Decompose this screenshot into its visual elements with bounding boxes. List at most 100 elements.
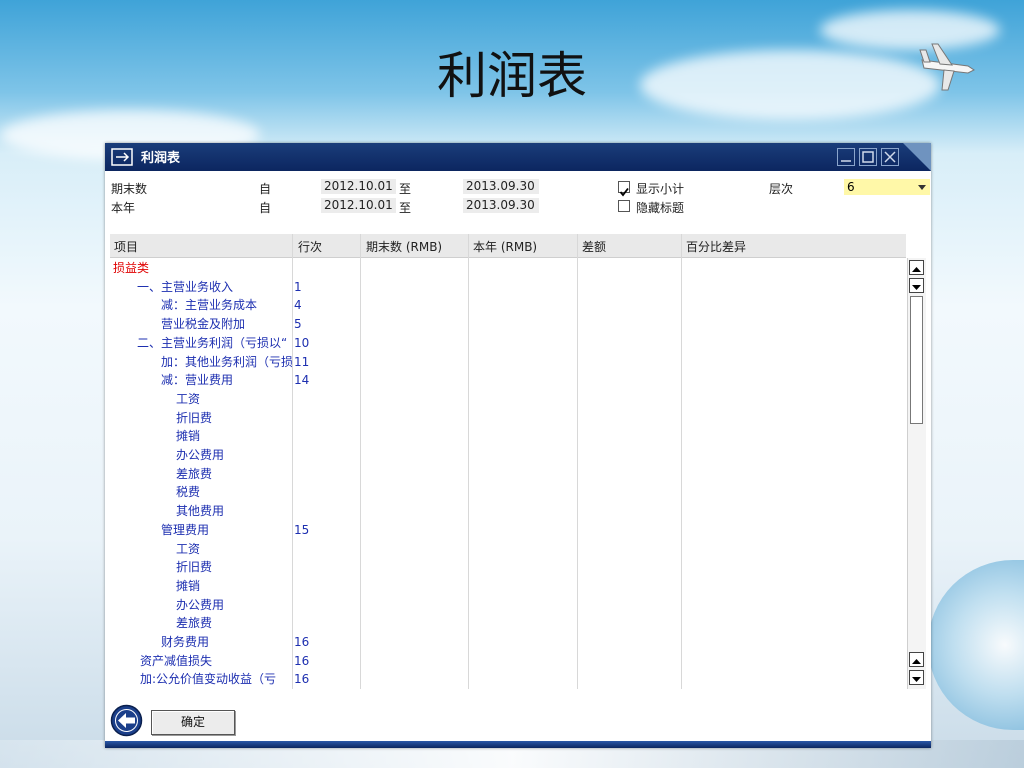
ok-button[interactable]: 确定 bbox=[151, 710, 235, 735]
column-header-difference[interactable]: 差额 bbox=[582, 238, 606, 255]
row-line-number: 16 bbox=[294, 635, 310, 649]
table-row[interactable]: 减：主营业务成本 4 bbox=[110, 296, 906, 315]
row-item-label: 摊销 bbox=[176, 429, 201, 444]
show-subtotal-checkbox[interactable] bbox=[618, 181, 630, 197]
scroll-top-button[interactable] bbox=[909, 260, 924, 275]
row-item-label: 加:公允价值变动收益（亏 bbox=[140, 672, 277, 687]
current-year-from-field[interactable]: 2012.10.01 bbox=[321, 198, 396, 213]
current-year-to-field[interactable]: 2013.09.30 bbox=[463, 198, 539, 213]
window-menu-icon[interactable] bbox=[111, 148, 133, 166]
table-row[interactable]: 加：其他业务利润（亏损 11 bbox=[110, 353, 906, 372]
window-titlebar[interactable]: 利润表 bbox=[105, 143, 931, 171]
table-row[interactable]: 折旧费 bbox=[110, 558, 906, 577]
close-icon bbox=[884, 151, 896, 163]
checkmark-icon bbox=[619, 187, 629, 197]
category-label: 损益类 bbox=[113, 261, 150, 275]
row-item-label: 管理费用 bbox=[161, 522, 210, 537]
row-line-number: 16 bbox=[294, 672, 310, 687]
row-item-label: 减：营业费用 bbox=[161, 373, 234, 388]
row-item-label: 工资 bbox=[176, 541, 201, 556]
window-title: 利润表 bbox=[141, 151, 181, 166]
table-row[interactable]: 税费 bbox=[110, 483, 906, 502]
from-label: 自 bbox=[259, 201, 272, 215]
window-bottom-bar bbox=[105, 741, 931, 748]
row-item-label: 折旧费 bbox=[176, 560, 213, 575]
back-arrow-icon[interactable] bbox=[110, 704, 143, 737]
row-item-label: 资产减值损失 bbox=[140, 653, 213, 668]
scroll-up-button[interactable] bbox=[909, 652, 924, 667]
table-row[interactable]: 工资 bbox=[110, 390, 906, 409]
row-line-number: 15 bbox=[294, 522, 310, 537]
globe-decoration bbox=[928, 560, 1024, 730]
slide-title: 利润表 bbox=[437, 47, 587, 105]
column-header-current-year[interactable]: 本年 (RMB) bbox=[473, 238, 537, 255]
table-body: 损益类 一、主营业务收入 1 减：主营业务成本 4 营业税金及附加 5 二、主营业务利润（亏… bbox=[110, 259, 906, 689]
table-row[interactable]: 工资 bbox=[110, 540, 906, 559]
table-row[interactable]: 办公费用 bbox=[110, 446, 906, 465]
minimize-icon bbox=[841, 160, 851, 162]
arrow-down-icon bbox=[912, 285, 921, 290]
level-dropdown[interactable]: 6 bbox=[844, 179, 930, 195]
table-row[interactable]: 财务费用 16 bbox=[110, 633, 906, 652]
arrow-up-icon bbox=[912, 267, 921, 272]
table-header: 项目 行次 期末数 (RMB) 本年 (RMB) 差额 百分比差异 bbox=[110, 234, 906, 258]
table-row[interactable]: 资产减值损失 16 bbox=[110, 652, 906, 671]
scroll-thumb[interactable] bbox=[910, 296, 923, 424]
table-row[interactable]: 营业税金及附加 5 bbox=[110, 315, 906, 334]
show-subtotal-label: 显示小计 bbox=[636, 182, 685, 196]
close-button[interactable] bbox=[881, 148, 899, 166]
scroll-down-button[interactable] bbox=[909, 278, 924, 293]
column-header-period-end[interactable]: 期末数 (RMB) bbox=[366, 238, 442, 255]
table-row[interactable]: 办公费用 bbox=[110, 596, 906, 615]
row-item-label: 差旅费 bbox=[176, 466, 213, 481]
row-item-label: 二、主营业务利润（亏损以“ bbox=[137, 335, 288, 350]
titlebar-corner bbox=[903, 143, 931, 171]
row-line-number: 16 bbox=[294, 653, 310, 668]
period-end-to-field[interactable]: 2013.09.30 bbox=[463, 179, 539, 194]
level-value: 6 bbox=[847, 180, 855, 194]
row-item-label: 工资 bbox=[176, 391, 201, 406]
table-row[interactable]: 减：营业费用 14 bbox=[110, 371, 906, 390]
table-row[interactable]: 摊销 bbox=[110, 577, 906, 596]
maximize-button[interactable] bbox=[859, 148, 877, 166]
table-row[interactable]: 差旅费 bbox=[110, 614, 906, 633]
profit-statement-window: 利润表 期末数 自 2012.10.01 至 2013.09.30 本年 自 2… bbox=[105, 143, 931, 748]
row-item-label: 折旧费 bbox=[176, 410, 213, 425]
row-item-label: 办公费用 bbox=[176, 597, 225, 612]
row-line-number: 10 bbox=[294, 335, 310, 350]
arrow-up-icon bbox=[912, 659, 921, 664]
table-row[interactable]: 折旧费 bbox=[110, 409, 906, 428]
scroll-bottom-button[interactable] bbox=[909, 670, 924, 685]
from-label: 自 bbox=[259, 182, 272, 196]
table-row[interactable]: 加:公允价值变动收益（亏 16 bbox=[110, 670, 906, 689]
row-item-label: 差旅费 bbox=[176, 616, 213, 631]
table-row[interactable]: 管理费用 15 bbox=[110, 521, 906, 540]
row-item-label: 办公费用 bbox=[176, 448, 225, 462]
arrow-down-icon bbox=[912, 677, 921, 682]
row-line-number: 14 bbox=[294, 373, 310, 388]
current-year-label: 本年 bbox=[111, 201, 136, 215]
table-row[interactable]: 其他费用 bbox=[110, 502, 906, 521]
column-header-line[interactable]: 行次 bbox=[298, 238, 322, 255]
vertical-scrollbar[interactable] bbox=[907, 258, 926, 689]
period-end-from-field[interactable]: 2012.10.01 bbox=[321, 179, 396, 194]
table-row[interactable]: 摊销 bbox=[110, 427, 906, 446]
row-line-number: 4 bbox=[294, 298, 302, 313]
table-row[interactable]: 一、主营业务收入 1 bbox=[110, 278, 906, 297]
column-header-percent-diff[interactable]: 百分比差异 bbox=[686, 238, 746, 255]
minimize-button[interactable] bbox=[837, 148, 855, 166]
period-end-label: 期末数 bbox=[111, 182, 148, 196]
level-label: 层次 bbox=[769, 182, 794, 196]
row-item-label: 一、主营业务收入 bbox=[137, 279, 234, 294]
maximize-icon bbox=[862, 151, 874, 163]
hide-title-checkbox[interactable] bbox=[618, 200, 630, 212]
row-line-number: 11 bbox=[294, 354, 310, 369]
row-item-label: 财务费用 bbox=[161, 635, 210, 649]
column-header-item[interactable]: 项目 bbox=[114, 238, 138, 255]
chevron-down-icon bbox=[918, 185, 926, 190]
row-item-label: 税费 bbox=[176, 485, 201, 500]
row-line-number: 5 bbox=[294, 317, 302, 332]
category-row[interactable]: 损益类 bbox=[110, 259, 906, 278]
table-row[interactable]: 二、主营业务利润（亏损以“ 10 bbox=[110, 334, 906, 353]
table-row[interactable]: 差旅费 bbox=[110, 465, 906, 484]
